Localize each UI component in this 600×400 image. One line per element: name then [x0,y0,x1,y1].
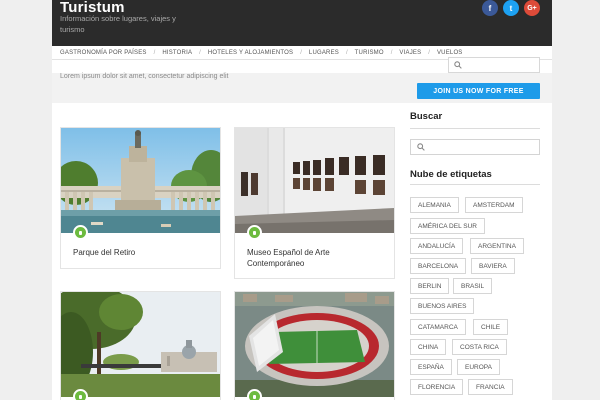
tag-link[interactable]: Andalucía [410,238,464,254]
nav-item-lugares[interactable]: Lugares [309,50,339,56]
nav-separator: / [390,49,393,56]
top-bar: Lorem ipsum dolor sit amet, consectetur … [52,73,552,103]
category-pin-icon[interactable] [73,225,88,240]
post-title[interactable]: Parque del Retiro [73,248,213,259]
category-pin-icon[interactable] [73,389,88,400]
tag-link[interactable]: Brasil [453,278,493,294]
category-pin-icon[interactable] [247,225,262,240]
search-widget-title: Buscar [410,111,443,122]
nav-separator: / [428,49,430,56]
post-card[interactable]: Museo Español de Arte Contemporáneo [234,127,395,279]
tags-widget-title: Nube de etiquetas [410,169,492,180]
tag-link[interactable]: Amsterdam [465,197,523,213]
nav-item-turismo[interactable]: Turismo [355,50,384,56]
post-image-retiro[interactable] [61,128,220,233]
tag-link[interactable]: Francia [468,379,513,395]
twitter-icon[interactable]: t [503,0,519,16]
tag-link[interactable]: Florencia [410,379,464,395]
divider [410,128,540,129]
tag-link[interactable]: China [410,339,447,355]
tag-link[interactable]: Argentina [470,238,524,254]
facebook-icon[interactable]: f [482,0,498,16]
site-tagline: Información sobre lugares, viajes y turi… [60,14,176,34]
post-image-madrid[interactable] [61,292,220,397]
nav-item-vuelos[interactable]: Vuelos [437,50,463,56]
nav-separator: / [153,49,156,56]
tag-link[interactable]: Alemania [410,197,459,213]
nav-item-hoteles[interactable]: Hoteles y alojamientos [208,50,293,56]
tag-link[interactable]: Berlin [410,278,450,294]
post-title[interactable]: Museo Español de Arte Contemporáneo [247,248,387,269]
tag-link[interactable]: España [410,359,452,375]
topbar-text: Lorem ipsum dolor sit amet, consectetur … [60,73,229,80]
tag-link[interactable]: Buenos Aires [410,298,475,314]
join-button[interactable]: Join us now for free [417,83,540,99]
search-icon [454,61,462,69]
site-header: Turistum Información sobre lugares, viaj… [52,0,552,46]
search-icon [417,143,425,151]
nav-separator: / [300,49,302,56]
divider [410,184,540,185]
tag-link[interactable]: Costa Rica [452,339,507,355]
post-card[interactable] [234,291,395,400]
nav-separator: / [199,49,201,56]
tag-link[interactable]: Chile [473,319,509,335]
nav-item-historia[interactable]: Historia [162,50,192,56]
header-search-input[interactable] [448,57,540,73]
post-card[interactable]: Parque del Retiro [60,127,221,269]
post-card[interactable] [60,291,221,400]
tag-link[interactable]: Catamarca [410,319,466,335]
category-pin-icon[interactable] [247,389,262,400]
post-image-stadium[interactable] [235,292,394,397]
sidebar-search-input[interactable] [410,139,540,155]
tag-link[interactable]: América del Sur [410,218,485,234]
tag-link[interactable]: Barcelona [410,258,467,274]
tag-link[interactable]: Baviera [471,258,515,274]
google-plus-icon[interactable]: G+ [524,0,540,16]
content-wrapper: Gastronomía por países / Historia / Hote… [52,46,552,400]
post-image-museo[interactable] [235,128,394,233]
tag-link[interactable]: Europa [457,359,500,375]
nav-item-viajes[interactable]: Viajes [399,50,421,56]
nav-separator: / [346,49,348,56]
nav-item-gastronomia[interactable]: Gastronomía por países [60,50,147,56]
